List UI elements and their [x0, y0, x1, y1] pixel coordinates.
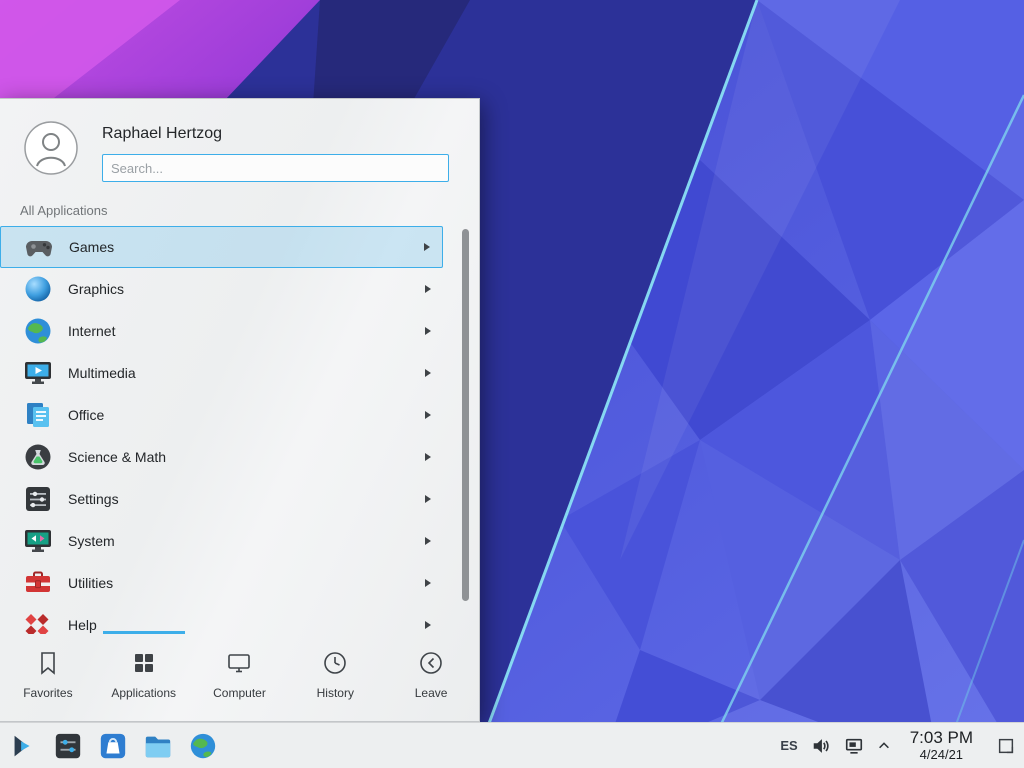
volume-icon[interactable]: [811, 736, 831, 756]
system-tray: ES 7:03 PM 4/24/21: [780, 723, 1020, 768]
gamepad-icon: [23, 231, 55, 263]
application-launcher-menu: Raphael Hertzog All Applications Games: [0, 98, 480, 722]
taskbar-panel: ES 7:03 PM 4/24/21: [0, 722, 1024, 768]
section-label-all-applications: All Applications: [0, 187, 479, 226]
globe-icon: [22, 315, 54, 347]
clock-time: 7:03 PM: [910, 728, 973, 748]
bookmark-icon: [34, 649, 62, 677]
launcher-tab-bar: Favorites Applications Comp: [0, 631, 479, 721]
category-label: Multimedia: [68, 365, 411, 381]
expand-tray-icon[interactable]: [877, 739, 891, 753]
documents-icon: [22, 399, 54, 431]
chevron-right-icon: [425, 411, 431, 419]
tab-label: History: [317, 686, 354, 700]
chevron-right-icon: [425, 369, 431, 377]
category-row-settings[interactable]: Settings: [0, 478, 443, 520]
category-row-system[interactable]: System: [0, 520, 443, 562]
clock-icon: [321, 649, 349, 677]
category-row-internet[interactable]: Internet: [0, 310, 443, 352]
category-row-utilities[interactable]: Utilities: [0, 562, 443, 604]
category-row-graphics[interactable]: Graphics: [0, 268, 443, 310]
chevron-right-icon: [425, 537, 431, 545]
clock-date: 4/24/21: [910, 748, 973, 763]
kickoff-icon[interactable]: [8, 731, 38, 761]
chevron-right-icon: [425, 453, 431, 461]
show-desktop-button[interactable]: [992, 723, 1020, 768]
folder-icon[interactable]: [143, 731, 173, 761]
tab-label: Applications: [111, 686, 176, 700]
category-list: Games Graphics: [0, 226, 479, 634]
category-row-office[interactable]: Office: [0, 394, 443, 436]
header-right: Raphael Hertzog: [102, 121, 449, 182]
user-avatar[interactable]: [24, 121, 78, 175]
system-monitor-icon: [22, 525, 54, 557]
panel-launchers: [8, 731, 218, 761]
category-label: Science & Math: [68, 449, 411, 465]
tab-label: Favorites: [23, 686, 72, 700]
app-grid-icon: [130, 649, 158, 677]
category-label: Settings: [68, 491, 411, 507]
chevron-right-icon: [425, 285, 431, 293]
monitor-play-icon: [22, 357, 54, 389]
chevron-right-icon: [425, 495, 431, 503]
category-row-games[interactable]: Games: [0, 226, 443, 268]
discover-bag-icon[interactable]: [98, 731, 128, 761]
flask-icon: [22, 441, 54, 473]
network-icon[interactable]: [844, 736, 864, 756]
category-row-science-math[interactable]: Science & Math: [0, 436, 443, 478]
leave-icon: [417, 649, 445, 677]
category-label: Utilities: [68, 575, 411, 591]
keyboard-layout-indicator[interactable]: ES: [780, 738, 797, 753]
sliders-icon: [22, 483, 54, 515]
tab-computer[interactable]: Computer: [192, 631, 288, 721]
user-name: Raphael Hertzog: [102, 125, 449, 143]
list-scrollbar[interactable]: [462, 229, 469, 601]
chevron-right-icon: [424, 243, 430, 251]
category-label: System: [68, 533, 411, 549]
tab-leave[interactable]: Leave: [383, 631, 479, 721]
toolbox-icon: [22, 567, 54, 599]
category-label: Graphics: [68, 281, 411, 297]
category-label: Internet: [68, 323, 411, 339]
sphere-icon: [22, 273, 54, 305]
search-input[interactable]: [102, 154, 449, 182]
computer-icon: [225, 649, 253, 677]
digital-clock[interactable]: 7:03 PM 4/24/21: [910, 728, 973, 762]
chevron-right-icon: [425, 621, 431, 629]
category-label: Office: [68, 407, 411, 423]
tab-label: Leave: [415, 686, 448, 700]
tab-favorites[interactable]: Favorites: [0, 631, 96, 721]
browser-globe-icon[interactable]: [188, 731, 218, 761]
tab-label: Computer: [213, 686, 266, 700]
tab-applications[interactable]: Applications: [96, 631, 192, 721]
launcher-header: Raphael Hertzog: [0, 99, 479, 187]
chevron-right-icon: [425, 327, 431, 335]
chevron-right-icon: [425, 579, 431, 587]
mixer-icon[interactable]: [53, 731, 83, 761]
tab-history[interactable]: History: [287, 631, 383, 721]
category-row-multimedia[interactable]: Multimedia: [0, 352, 443, 394]
category-label: Games: [69, 239, 410, 255]
category-row-help[interactable]: Help: [0, 604, 443, 634]
